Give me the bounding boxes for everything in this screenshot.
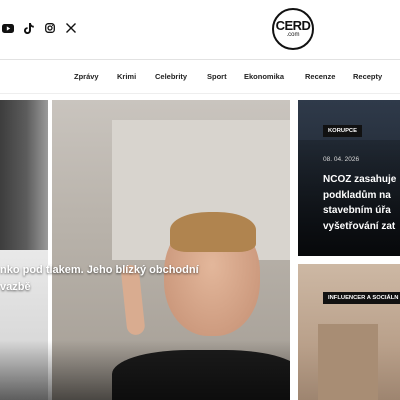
x-icon[interactable] xyxy=(65,22,77,34)
tiktok-icon[interactable] xyxy=(23,22,35,34)
nav-item-recepty[interactable]: Recepty xyxy=(353,72,382,81)
title-line: stavebním úřa xyxy=(323,205,391,216)
photo-detail xyxy=(170,212,256,252)
main-nav: Zprávy Krimi Celebrity Sport Ekonomika R… xyxy=(0,60,400,94)
title-line: NCOZ zasahuje xyxy=(323,174,397,185)
photo-detail xyxy=(318,324,378,400)
logo-text: CERD xyxy=(275,17,311,33)
main-title-line: nko pod tlakem. Jeho blízký obchodní xyxy=(0,264,199,276)
category-badge[interactable]: INFLUENCER A SOCIÁLN xyxy=(323,292,400,304)
nav-item-celebrity[interactable]: Celebrity xyxy=(155,72,187,81)
nav-divider xyxy=(0,93,400,94)
side-article-card[interactable]: INFLUENCER A SOCIÁLN xyxy=(298,264,400,400)
youtube-icon[interactable] xyxy=(2,22,14,34)
article-date: 08. 04. 2026 xyxy=(323,156,360,163)
title-line: podkladům na xyxy=(323,189,391,201)
site-logo[interactable]: CERD .com xyxy=(272,8,314,50)
category-badge[interactable]: KORUPCE xyxy=(323,125,362,137)
side-article-title[interactable]: NCOZ zasahuje podkladům na stavebním úřa… xyxy=(323,172,400,234)
nav-item-ekonomika[interactable]: Ekonomika xyxy=(244,72,284,81)
title-line: vyšetřování zat xyxy=(323,220,396,232)
social-links xyxy=(2,22,77,34)
top-bar: CERD .com xyxy=(0,0,400,60)
logo-subtext: .com xyxy=(286,31,300,38)
instagram-icon[interactable] xyxy=(44,22,56,34)
nav-item-zpravy[interactable]: Zprávy xyxy=(74,72,99,81)
main-title-line: vazbě xyxy=(0,281,31,293)
nav-item-krimi[interactable]: Krimi xyxy=(117,72,136,81)
headline-shade xyxy=(0,340,290,400)
main-article-title[interactable]: nko pod tlakem. Jeho blízký obchodní vaz… xyxy=(0,262,240,296)
nav-item-recenze[interactable]: Recenze xyxy=(305,72,335,81)
nav-item-sport[interactable]: Sport xyxy=(207,72,227,81)
side-article-card[interactable]: KORUPCE 08. 04. 2026 NCOZ zasahuje podkl… xyxy=(298,100,400,256)
